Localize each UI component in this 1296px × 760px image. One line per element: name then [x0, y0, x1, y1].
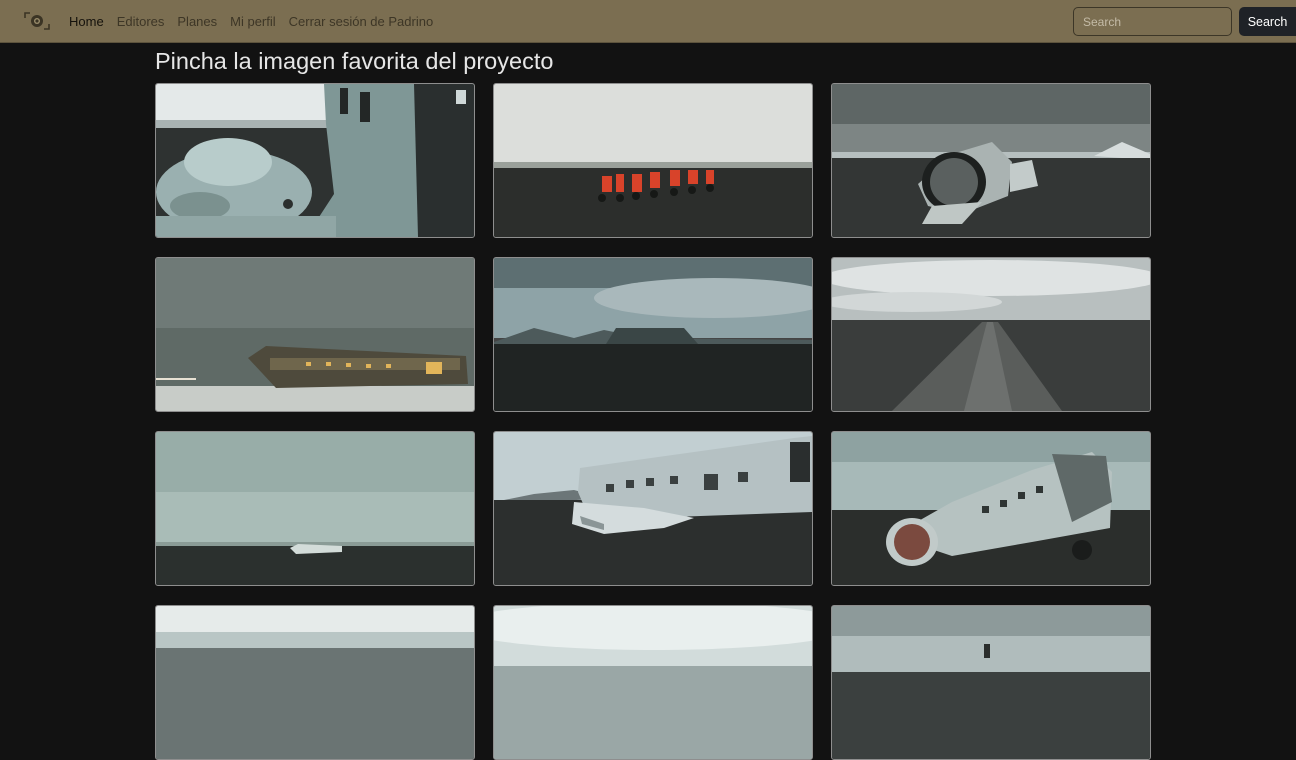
- gallery-image[interactable]: [831, 257, 1151, 412]
- gallery-image[interactable]: [493, 431, 813, 586]
- gallery-image[interactable]: [831, 431, 1151, 586]
- nav-link-mi-perfil[interactable]: Mi perfil: [230, 14, 276, 29]
- nav-link-editores[interactable]: Editores: [117, 14, 165, 29]
- nav-link-planes[interactable]: Planes: [177, 14, 217, 29]
- navbar: Home Editores Planes Mi perfil Cerrar se…: [0, 0, 1296, 43]
- nav-link-home[interactable]: Home: [69, 14, 104, 29]
- gallery-image[interactable]: [493, 83, 813, 238]
- gallery-image[interactable]: [155, 257, 475, 412]
- page-title: Pincha la imagen favorita del proyecto: [155, 48, 554, 74]
- nav-links: Home Editores Planes Mi perfil Cerrar se…: [69, 0, 446, 43]
- gallery-image[interactable]: [493, 605, 813, 760]
- gallery-image[interactable]: [831, 605, 1151, 760]
- nav-link-cerrar-sesion[interactable]: Cerrar sesión de Padrino: [289, 14, 434, 29]
- search-input[interactable]: [1073, 7, 1232, 36]
- gallery-image[interactable]: [155, 431, 475, 586]
- gallery-image[interactable]: [155, 605, 475, 760]
- camera-logo-icon[interactable]: [24, 10, 50, 32]
- gallery-image[interactable]: [155, 83, 475, 238]
- search-button[interactable]: Search: [1239, 7, 1296, 36]
- image-gallery: [155, 83, 1151, 760]
- gallery-image[interactable]: [831, 83, 1151, 238]
- gallery-image[interactable]: [493, 257, 813, 412]
